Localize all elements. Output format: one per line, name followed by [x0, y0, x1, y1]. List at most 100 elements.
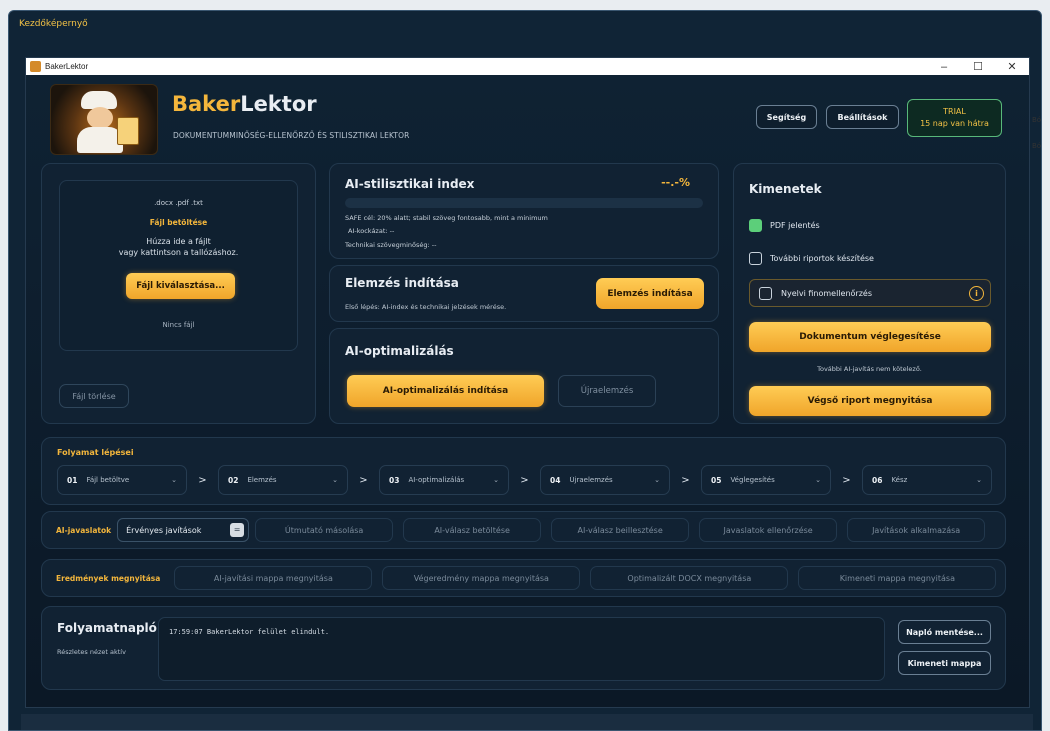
log-output[interactable]: 17:59:07 BakerLektor felület elindult.: [158, 617, 885, 681]
close-button[interactable]: ✕: [995, 60, 1029, 73]
open-output-folder-button[interactable]: Kimeneti mappa megnyitása: [798, 566, 997, 590]
open-ai-fix-folder-button[interactable]: AI-javítási mappa megnyitása: [174, 566, 373, 590]
step-1[interactable]: 01 Fájl betöltve ⌄: [57, 465, 187, 495]
step-label: Kész: [891, 476, 908, 484]
taskbar-strip: [21, 714, 1033, 730]
help-button[interactable]: Segítség: [756, 105, 817, 129]
open-final-report-button[interactable]: Végső riport megnyitása: [749, 386, 991, 416]
analysis-title: Elemzés indítása: [345, 276, 459, 290]
log-panel: Folyamatnapló Részletes nézet aktív 17:5…: [41, 606, 1006, 690]
step-number: 04: [550, 475, 561, 485]
chef-logo: [50, 84, 158, 155]
desktop-title: Kezdőképernyő: [19, 19, 88, 29]
optimize-panel: AI-optimalizálás AI-optimalizálás indítá…: [329, 328, 719, 424]
copy-guide-button[interactable]: Útmutató másolása: [255, 518, 394, 542]
upload-hint-line-1: Húzza ide a fájlt: [146, 237, 211, 246]
chevron-down-icon: ⌄: [976, 476, 982, 484]
trial-title: TRIAL: [943, 107, 966, 116]
maximize-button[interactable]: ☐: [961, 60, 995, 73]
brand-title: BakerLektor: [172, 92, 317, 116]
step-6[interactable]: 06 Kész ⌄: [862, 465, 992, 495]
open-optimized-docx-button[interactable]: Optimalizált DOCX megnyitása: [590, 566, 789, 590]
upload-panel: .docx .pdf .txt Fájl betöltése Húzza ide…: [41, 163, 316, 424]
delete-file-button[interactable]: Fájl törlése: [59, 384, 129, 408]
ai-index-target: SAFE cél: 20% alatt; stabil szöveg fonto…: [345, 214, 548, 222]
load-ai-response-button[interactable]: AI-válasz betöltése: [403, 518, 542, 542]
step-label: Elemzés: [247, 476, 277, 484]
log-title: Folyamatnapló: [57, 621, 157, 635]
ai-index-bar: [345, 198, 703, 208]
app-subtitle: DOKUMENTUMMINŐSÉG-ELLENŐRZŐ ÉS STILISZTI…: [173, 131, 410, 140]
analysis-subtitle: Első lépés: AI-index és technikai jelzés…: [345, 303, 507, 311]
check-suggestions-button[interactable]: Javaslatok ellenőrzése: [699, 518, 838, 542]
no-file-label: Nincs fájl: [162, 321, 195, 329]
start-optimize-button[interactable]: AI-optimalizálás indítása: [347, 375, 544, 407]
step-number: 01: [67, 475, 78, 485]
step-separator: >: [359, 474, 368, 486]
drop-zone[interactable]: .docx .pdf .txt Fájl betöltése Húzza ide…: [59, 180, 298, 351]
open-final-folder-button[interactable]: Végeredmény mappa megnyitása: [382, 566, 581, 590]
analysis-panel: Elemzés indítása Első lépés: AI-index és…: [329, 265, 719, 322]
window-title: BakerLektor: [45, 62, 89, 71]
minimize-button[interactable]: –: [927, 61, 961, 73]
file-extensions: .docx .pdf .txt: [154, 199, 203, 207]
step-separator: >: [681, 474, 690, 486]
step-number: 06: [872, 475, 883, 485]
brand-part-1: Baker: [172, 92, 241, 116]
output-folder-button[interactable]: Kimeneti mappa: [898, 651, 991, 675]
upload-hint: Húzza ide a fájlt vagy kattintson a tall…: [60, 236, 297, 258]
app-icon: [30, 61, 41, 72]
trial-days: 15 nap van hátra: [920, 119, 989, 128]
chevron-down-icon: ⌄: [332, 476, 338, 484]
step-separator: >: [842, 474, 851, 486]
start-analysis-button[interactable]: Elemzés indítása: [596, 278, 704, 309]
more-reports-checkbox[interactable]: [749, 252, 762, 265]
ai-index-panel: AI-stilisztikai index --.-% SAFE cél: 20…: [329, 163, 719, 259]
step-2[interactable]: 02 Elemzés ⌄: [218, 465, 348, 495]
info-icon[interactable]: i: [969, 286, 984, 301]
apply-fixes-button[interactable]: Javítások alkalmazása: [847, 518, 986, 542]
language-check-checkbox[interactable]: [759, 287, 772, 300]
ai-suggestions-panel: AI-javaslatok Érvényes javítások = Útmut…: [41, 511, 1006, 549]
save-log-button[interactable]: Napló mentése...: [898, 620, 991, 644]
settings-button[interactable]: Beállítások: [826, 105, 899, 129]
chevron-down-icon: ⌄: [493, 476, 499, 484]
app-window: BakerLektor – ☐ ✕ BakerLektor DOKUMENTUM…: [25, 57, 1030, 708]
step-label: AI-optimalizálás: [408, 476, 465, 484]
tech-quality: Technikai szövegminőség: --: [345, 241, 437, 249]
suggestions-select-value: Érvényes javítások: [126, 525, 202, 535]
outputs-note: További AI-javítás nem kötelező.: [817, 365, 922, 373]
upload-hint-line-2: vagy kattintson a tallózáshoz.: [118, 248, 239, 257]
ai-index-percent: --.-%: [661, 176, 690, 189]
step-number: 02: [228, 475, 239, 485]
step-label: Véglegesítés: [730, 476, 775, 484]
language-check-row[interactable]: Nyelvi finomellenőrzés i: [749, 279, 991, 307]
log-entry: 17:59:07 BakerLektor felület elindult.: [169, 628, 330, 636]
steps-panel: Folyamat lépései 01 Fájl betöltve ⌄ > 02 El…: [41, 437, 1006, 505]
optimize-title: AI-optimalizálás: [345, 344, 454, 358]
pdf-report-checkbox[interactable]: [749, 219, 762, 232]
step-5[interactable]: 05 Véglegesítés ⌄: [701, 465, 831, 495]
edge-text-2: Bó: [1032, 142, 1042, 150]
step-4[interactable]: 04 Újraelemzés ⌄: [540, 465, 670, 495]
edge-text-1: Bó: [1032, 116, 1042, 124]
suggestions-select[interactable]: Érvényes javítások =: [117, 518, 250, 542]
step-number: 03: [389, 475, 400, 485]
finalize-document-button[interactable]: Dokumentum véglegesítése: [749, 322, 991, 352]
trial-badge[interactable]: TRIAL 15 nap van hátra: [907, 99, 1002, 137]
results-panel: Eredmények megnyitása AI-javítási mappa …: [41, 559, 1006, 597]
step-separator: >: [198, 474, 207, 486]
outputs-title: Kimenetek: [749, 182, 822, 196]
app-content: BakerLektor DOKUMENTUMMINŐSÉG-ELLENŐRZŐ …: [26, 75, 1029, 707]
chevron-down-icon: ⌄: [171, 476, 177, 484]
step-label: Újraelemzés: [569, 476, 613, 484]
ai-suggestions-title: AI-javaslatok: [56, 525, 112, 535]
step-3[interactable]: 03 AI-optimalizálás ⌄: [379, 465, 509, 495]
paste-ai-response-button[interactable]: AI-válasz beillesztése: [551, 518, 690, 542]
pick-file-button[interactable]: Fájl kiválasztása...: [126, 273, 235, 299]
more-reports-label: További riportok készítése: [770, 254, 874, 263]
log-subtitle: Részletes nézet aktív: [57, 648, 126, 656]
reanalyze-button[interactable]: Újraelemzés: [558, 375, 656, 407]
select-toggle-icon: =: [230, 523, 245, 537]
step-number: 05: [711, 475, 722, 485]
